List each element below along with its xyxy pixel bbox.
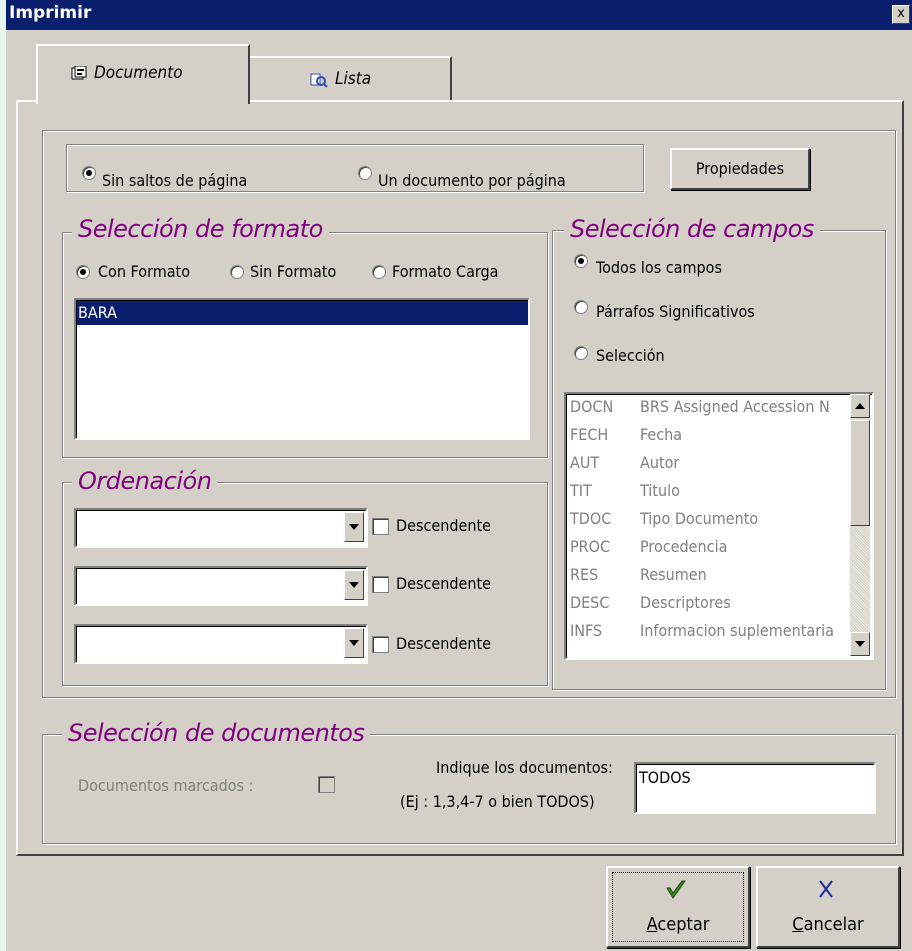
radio-formato-carga-label: Formato Carga — [392, 262, 499, 281]
field-code: DOCN — [570, 397, 614, 416]
sort-legend: Ordenación — [72, 468, 218, 494]
sort-combo-3[interactable] — [74, 624, 368, 664]
field-code: DESC — [570, 593, 610, 612]
radio-seleccion[interactable] — [574, 346, 588, 360]
close-button[interactable]: x — [892, 5, 910, 24]
descendente-checkbox-2[interactable] — [372, 576, 389, 593]
list-item[interactable]: TDOC Tipo Documento — [570, 508, 758, 530]
example-label: (Ej : 1,3,4-7 o bien TODOS) — [400, 792, 595, 811]
list-item[interactable]: PROC Procedencia — [570, 536, 727, 558]
field-name: BRS Assigned Accession N — [640, 397, 830, 416]
title-bar: Imprimir x — [6, 0, 912, 30]
radio-todos-campos[interactable] — [574, 254, 588, 268]
aceptar-label-rest: ceptar — [657, 914, 710, 935]
field-code: INFS — [570, 621, 603, 640]
field-name: Descriptores — [640, 593, 731, 612]
radio-parrafos-label: Párrafos Significativos — [596, 302, 755, 321]
properties-button-label: Propiedades — [695, 159, 785, 178]
field-code: TIT — [570, 481, 592, 500]
field-name: Procedencia — [640, 537, 728, 556]
list-item[interactable]: AUT Autor — [570, 452, 679, 474]
radio-sin-saltos-label: Sin saltos de página — [102, 171, 248, 190]
tab-lista[interactable]: Lista — [248, 56, 452, 100]
radio-sin-formato[interactable] — [230, 265, 244, 279]
chevron-down-icon[interactable] — [344, 512, 364, 542]
format-list-item-selected[interactable]: BARA — [77, 301, 528, 325]
format-legend: Selección de formato — [72, 216, 329, 242]
aceptar-label: Aceptar — [608, 914, 748, 935]
documentos-marcados-label: Documentos marcados : — [78, 776, 254, 795]
chevron-down-icon[interactable] — [344, 628, 364, 658]
radio-con-formato-label: Con Formato — [98, 262, 190, 281]
radio-todos-campos-label: Todos los campos — [596, 258, 722, 277]
field-code: PROC — [570, 537, 611, 556]
descendente-label-1: Descendente — [396, 516, 491, 535]
field-code: RES — [570, 565, 599, 584]
cancelar-button[interactable]: Cancelar — [756, 866, 900, 948]
format-listbox[interactable]: BARA — [74, 298, 530, 440]
documentos-marcados-checkbox[interactable] — [318, 776, 335, 793]
print-dialog: Imprimir x Documento Lista Sin saltos de… — [6, 0, 912, 951]
radio-formato-carga[interactable] — [372, 265, 386, 279]
radio-sin-saltos[interactable] — [82, 166, 96, 180]
fields-list: DOCN BRS Assigned Accession N FECH Fecha A… — [566, 394, 850, 658]
field-code: FECH — [570, 425, 609, 444]
radio-un-documento[interactable] — [358, 166, 372, 180]
fields-legend: Selección de campos — [564, 216, 820, 242]
indicate-label: Indique los documentos: — [436, 758, 613, 777]
scroll-down-button[interactable] — [850, 632, 870, 656]
radio-un-documento-label: Un documento por página — [378, 171, 566, 190]
field-name: Titulo — [640, 481, 680, 500]
tab-panel: Sin saltos de página Un documento por pá… — [16, 100, 904, 856]
chevron-down-icon[interactable] — [344, 570, 364, 600]
aceptar-button[interactable]: Aceptar — [606, 866, 750, 948]
radio-con-formato[interactable] — [76, 265, 90, 279]
field-name: Informacion suplementaria — [640, 621, 834, 640]
document-icon — [71, 66, 87, 80]
descendente-checkbox-1[interactable] — [372, 518, 389, 535]
x-icon — [819, 880, 833, 898]
field-name: Resumen — [640, 565, 707, 584]
documents-input[interactable]: TODOS — [634, 762, 876, 814]
list-item[interactable]: FECH Fecha — [570, 424, 682, 446]
tab-lista-label: Lista — [335, 69, 372, 89]
descendente-checkbox-3[interactable] — [372, 636, 389, 653]
cancelar-mnemonic: C — [792, 914, 804, 935]
chevron-down-icon — [855, 641, 865, 647]
field-code: AUT — [570, 453, 600, 472]
close-icon: x — [897, 6, 905, 21]
sort-combo-2[interactable] — [74, 566, 368, 606]
cancelar-label-rest: ancelar — [803, 914, 864, 935]
list-item[interactable]: DESC Descriptores — [570, 592, 731, 614]
documents-input-value: TODOS — [639, 768, 691, 787]
tab-documento-label: Documento — [94, 63, 183, 83]
radio-seleccion-label: Selección — [596, 346, 665, 365]
fields-listbox[interactable]: DOCN BRS Assigned Accession N FECH Fecha A… — [564, 392, 874, 660]
radio-sin-formato-label: Sin Formato — [250, 262, 337, 281]
descendente-label-3: Descendente — [396, 634, 491, 653]
window-title: Imprimir — [9, 3, 92, 23]
scroll-up-button[interactable] — [850, 394, 870, 418]
chevron-up-icon — [855, 403, 865, 409]
properties-button[interactable]: Propiedades — [670, 148, 810, 190]
cancelar-label: Cancelar — [758, 914, 898, 935]
field-code: TDOC — [570, 509, 612, 528]
list-item[interactable]: TIT Titulo — [570, 480, 680, 502]
scroll-thumb[interactable] — [850, 420, 870, 526]
list-icon — [310, 73, 328, 88]
sort-combo-1[interactable] — [74, 508, 368, 548]
documents-legend: Selección de documentos — [62, 720, 371, 746]
fields-scrollbar[interactable] — [850, 394, 870, 656]
list-item[interactable]: DOCN BRS Assigned Accession N — [570, 396, 830, 418]
radio-parrafos[interactable] — [574, 300, 588, 314]
tab-documento[interactable]: Documento — [36, 44, 250, 104]
checkmark-icon — [666, 880, 686, 899]
field-name: Autor — [640, 453, 680, 472]
list-item[interactable]: RES Resumen — [570, 564, 707, 586]
aceptar-mnemonic: A — [646, 914, 658, 935]
list-item[interactable]: INFS Informacion suplementaria — [570, 620, 834, 642]
field-name: Fecha — [640, 425, 683, 444]
descendente-label-2: Descendente — [396, 574, 491, 593]
field-name: Tipo Documento — [640, 509, 759, 528]
